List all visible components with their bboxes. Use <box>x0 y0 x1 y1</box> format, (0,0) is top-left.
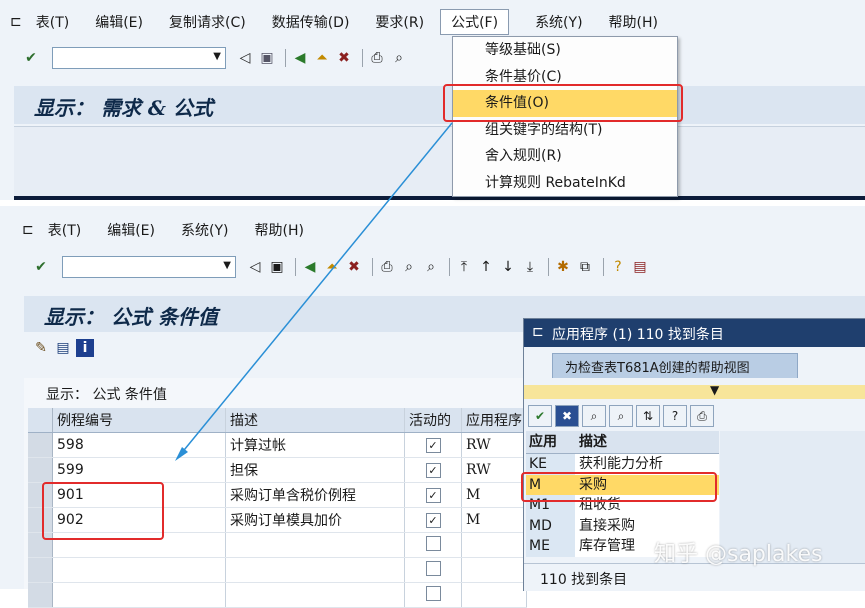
sort-icon[interactable]: ⇅ <box>636 405 660 427</box>
print-icon[interactable]: ⎙ <box>690 405 714 427</box>
app-code: MD <box>526 515 575 536</box>
popup-window-icon: ⊏ <box>532 324 544 340</box>
filter-icon[interactable]: ▼ <box>710 383 719 397</box>
popup-list-header: 应用 描述 <box>526 431 719 454</box>
popup-title: 应用程序 (1) 110 找到条目 <box>552 327 724 343</box>
popup-status: 110 找到条目 <box>540 572 628 588</box>
popup-tab-label: 为检查表T681A创建的帮助视图 <box>565 361 750 376</box>
confirm-icon[interactable]: ✔ <box>528 405 552 427</box>
col-app[interactable]: 应用 <box>526 431 575 453</box>
col-desc[interactable]: 描述 <box>575 431 607 453</box>
app-description: 库存管理 <box>579 538 635 554</box>
help-icon[interactable]: ? <box>663 405 687 427</box>
close-icon[interactable]: ✖ <box>555 405 579 427</box>
find-next-icon[interactable]: ⌕ <box>609 405 633 427</box>
highlight-box-routines <box>42 482 164 540</box>
popup-titlebar: ⊏ 应用程序 (1) 110 找到条目 <box>524 319 865 347</box>
popup-tab[interactable]: 为检查表T681A创建的帮助视图 <box>552 353 798 378</box>
app-description: 直接采购 <box>579 517 635 534</box>
app-code: ME <box>526 536 575 557</box>
popup-toolbar: ✔ ✖ ⌕ ⌕ ⇅ ? ⎙ <box>528 405 717 427</box>
popup-restriction-bar: ▼ <box>524 383 865 399</box>
arrow-head <box>175 447 188 461</box>
popup-list-item[interactable]: MD 直接采购 <box>526 515 719 536</box>
watermark: 知乎 @saplakes <box>654 542 823 567</box>
highlight-box-procurement <box>521 472 717 502</box>
find-icon[interactable]: ⌕ <box>582 405 606 427</box>
arrow-line <box>179 122 453 456</box>
